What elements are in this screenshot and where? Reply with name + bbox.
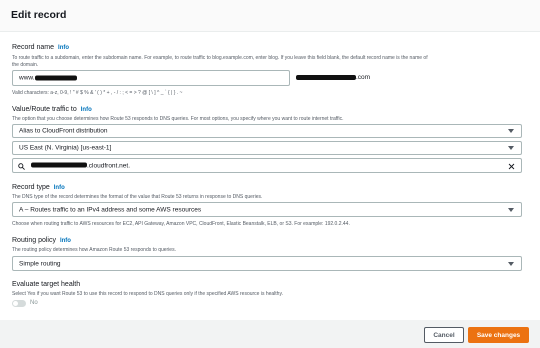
toggle-label: No bbox=[30, 300, 38, 306]
record-name-label-text: Record name bbox=[12, 44, 55, 51]
chevron-down-icon bbox=[508, 129, 514, 133]
distribution-search-input[interactable]: .cloudfront.net. bbox=[12, 158, 522, 173]
toggle-knob bbox=[13, 301, 18, 306]
distribution-value: .cloudfront.net. bbox=[87, 162, 130, 169]
cancel-button[interactable]: Cancel bbox=[424, 327, 464, 343]
chevron-down-icon bbox=[508, 207, 514, 212]
routing-policy-label: Routing policy Info bbox=[12, 237, 71, 244]
record-type-select[interactable]: A – Routes traffic to an IPv4 address an… bbox=[12, 202, 522, 217]
record-type-description: The DNS type of the record determines th… bbox=[12, 194, 263, 200]
close-icon[interactable] bbox=[508, 163, 515, 170]
evaluate-health-description: Select Yes if you want Route 53 to use t… bbox=[12, 291, 283, 297]
region-select[interactable]: US East (N. Virginia) [us-east-1] bbox=[12, 141, 522, 155]
route-traffic-label: Value/Route traffic to Info bbox=[12, 106, 92, 113]
record-name-info-link[interactable]: Info bbox=[58, 45, 69, 51]
evaluate-health-label: Evaluate target health bbox=[12, 281, 81, 288]
domain-suffix-text: .com bbox=[356, 74, 371, 81]
record-name-value: www. bbox=[19, 74, 35, 82]
redacted-distribution bbox=[31, 162, 87, 168]
routing-policy-description: The routing policy determines how Amazon… bbox=[12, 247, 176, 253]
endpoint-select[interactable]: Alias to CloudFront distribution bbox=[12, 124, 522, 138]
record-name-input[interactable]: www. bbox=[12, 70, 290, 86]
routing-policy-label-text: Routing policy bbox=[12, 237, 56, 244]
record-name-description: To route traffic to a subdomain, enter t… bbox=[12, 55, 428, 61]
endpoint-select-value: Alias to CloudFront distribution bbox=[19, 127, 108, 135]
record-type-hint: Choose when routing traffic to AWS resou… bbox=[12, 221, 350, 227]
valid-characters-hint: Valid characters: a-z, 0-9, ! " # $ % & … bbox=[12, 90, 183, 96]
record-type-info-link[interactable]: Info bbox=[54, 185, 65, 191]
record-type-label: Record type Info bbox=[12, 184, 65, 191]
redacted-domain bbox=[296, 74, 356, 80]
redacted-subdomain bbox=[34, 75, 77, 81]
domain-suffix: .com bbox=[296, 74, 370, 81]
evaluate-health-toggle[interactable] bbox=[12, 300, 26, 307]
record-name-label: Record name Info bbox=[12, 44, 69, 51]
panel-header: Edit record bbox=[0, 0, 540, 32]
chevron-down-icon bbox=[508, 261, 514, 266]
routing-policy-value: Simple routing bbox=[19, 260, 61, 267]
page-title: Edit record bbox=[11, 9, 67, 21]
search-icon bbox=[18, 163, 25, 170]
record-type-value: A – Routes traffic to an IPv4 address an… bbox=[19, 206, 202, 213]
route-traffic-label-text: Value/Route traffic to bbox=[12, 106, 77, 113]
routing-policy-info-link[interactable]: Info bbox=[60, 238, 71, 244]
route-traffic-description: The option that you choose determines ho… bbox=[12, 116, 344, 122]
routing-policy-select[interactable]: Simple routing bbox=[12, 256, 522, 271]
save-changes-button[interactable]: Save changes bbox=[468, 327, 529, 343]
region-select-value: US East (N. Virginia) [us-east-1] bbox=[19, 144, 112, 152]
record-name-description-2: the domain. bbox=[12, 62, 39, 68]
record-type-label-text: Record type bbox=[12, 184, 50, 191]
route-traffic-info-link[interactable]: Info bbox=[81, 107, 92, 113]
edit-record-panel: Edit record Record name Info To route tra… bbox=[0, 0, 540, 320]
chevron-down-icon bbox=[508, 146, 514, 150]
